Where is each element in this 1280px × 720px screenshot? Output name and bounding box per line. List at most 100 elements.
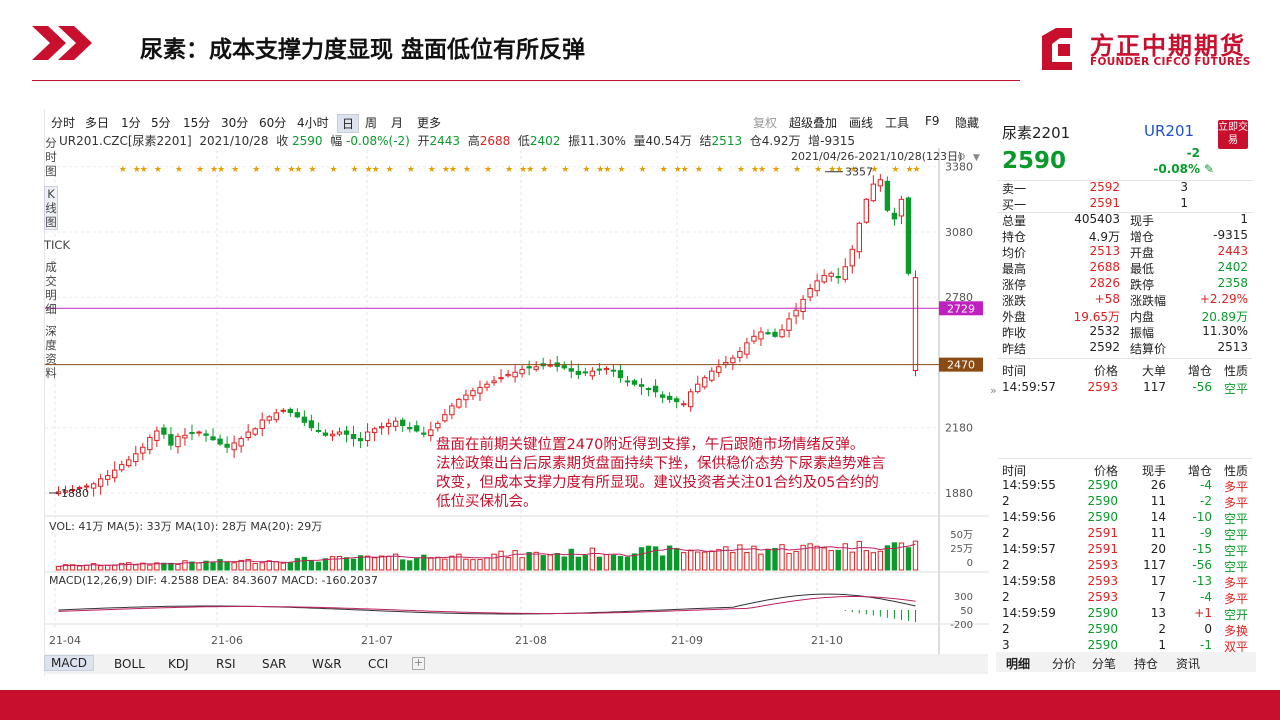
tab-trades[interactable]: 分笔 xyxy=(1092,655,1116,672)
sidebar-item-depth[interactable]: 深度资料 xyxy=(44,324,58,380)
volume-bar xyxy=(884,545,891,571)
macd-axis-label: -200 xyxy=(950,620,973,631)
volume-bar xyxy=(400,559,406,571)
tab-boll[interactable]: BOLL xyxy=(114,657,145,671)
signal-star-icon: ★ xyxy=(681,165,689,175)
column-header: 增仓 xyxy=(1187,464,1212,478)
sidebar-item-trades[interactable]: 成交明细 xyxy=(44,260,58,316)
candle-body xyxy=(400,419,406,427)
candle-body xyxy=(589,370,596,377)
stat-value: 19.65万 xyxy=(1073,310,1120,324)
y-tick-label: 2180 xyxy=(945,422,973,435)
kline-panel: 分时 多日 1分 5分 15分 30分 60分 4小时 日 周 月 更多 复权 … xyxy=(44,110,989,676)
volume-bar xyxy=(603,553,610,571)
volume-bar xyxy=(624,556,631,571)
volume-bar xyxy=(273,561,279,571)
tick-cell: 2 xyxy=(1002,590,1010,604)
candle-body xyxy=(673,398,680,403)
y-tick-label: 3080 xyxy=(945,226,973,239)
candle-body xyxy=(119,464,125,471)
tab-position[interactable]: 持仓 xyxy=(1134,655,1158,672)
candle-body xyxy=(610,369,617,372)
stat-value: 2443 xyxy=(1217,244,1248,258)
candle-body xyxy=(407,426,413,430)
volume-bar xyxy=(266,560,272,571)
signal-star-icon: ★ xyxy=(140,165,148,175)
candle-body xyxy=(224,443,230,448)
tab-price-split[interactable]: 分价 xyxy=(1052,655,1076,672)
volume-bar xyxy=(442,558,448,571)
tab-sar[interactable]: SAR xyxy=(262,657,286,671)
candle-body xyxy=(877,179,884,187)
add-indicator-icon[interactable]: + xyxy=(412,657,425,670)
candle-body xyxy=(357,438,364,442)
column-header: 性质 xyxy=(1223,464,1248,478)
volume-bar xyxy=(407,560,413,571)
volume-bar xyxy=(702,551,708,571)
volume-bar xyxy=(477,559,483,571)
candle-body xyxy=(800,298,806,313)
candle-body xyxy=(90,483,97,489)
tab-rsi[interactable]: RSI xyxy=(216,657,236,671)
candle-body xyxy=(638,384,645,387)
tick-cell: 2593 xyxy=(1087,574,1118,588)
signal-star-icon: ★ xyxy=(772,165,780,175)
sidebar-item-tick[interactable]: TICK xyxy=(44,238,70,252)
edit-icon[interactable]: ✎ xyxy=(1204,162,1214,178)
candle-body xyxy=(702,377,708,388)
volume-bar xyxy=(491,553,497,571)
signal-star-icon: ★ xyxy=(835,165,843,175)
volume-bar xyxy=(55,565,62,571)
candle-body xyxy=(449,405,455,416)
candle-body xyxy=(751,335,757,342)
signal-star-icon: ★ xyxy=(252,165,260,175)
candle-body xyxy=(294,412,301,418)
candle-body xyxy=(617,370,624,379)
stat-label: 总量 xyxy=(1002,214,1027,228)
tab-kdj[interactable]: KDJ xyxy=(168,657,189,671)
tick-cell: 20 xyxy=(1150,542,1166,556)
view-sidebar: 分时图 K线图 TICK 成交明细 深度资料 xyxy=(44,136,70,388)
volume-bar xyxy=(568,548,574,571)
column-header: 增仓 xyxy=(1187,364,1212,378)
big-order-cell: 14:59:57 xyxy=(1002,380,1056,394)
macd-dea-line xyxy=(58,596,916,614)
sidebar-item-kline[interactable]: K线图 xyxy=(44,186,58,230)
tab-wr[interactable]: W&R xyxy=(312,657,342,671)
signal-star-icon: ★ xyxy=(561,165,569,175)
candle-body xyxy=(329,433,336,437)
stat-label: 最高 xyxy=(1002,262,1027,276)
tick-cell: 多平 xyxy=(1223,576,1248,590)
candlestick-chart[interactable]: ★ ★ ★ ★ ★ ★ ★ ★ ★ ★ ★ ★ ★ ★ ★ ★ ★ ★ ★ ★ ★ ★ ★ ★ ★ ★ ★ ★ ★ ★ ★ ★ ★ ★ ★ ★ ★ ★ ★ ★… xyxy=(45,110,989,654)
tab-detail[interactable]: 明细 xyxy=(1006,655,1030,672)
signal-star-icon: ★ xyxy=(386,165,394,175)
last-price: 2590 xyxy=(1002,148,1067,174)
sidebar-item-timeshare[interactable]: 分时图 xyxy=(44,136,58,178)
volume-bar xyxy=(168,562,174,571)
volume-bar xyxy=(835,549,841,571)
tick-cell: 117 xyxy=(1143,558,1166,572)
tab-macd[interactable]: MACD xyxy=(44,655,94,671)
candle-body xyxy=(161,427,167,435)
candle-body xyxy=(765,332,771,335)
volume-bar xyxy=(526,552,532,571)
candle-body xyxy=(891,212,898,220)
stat-value: 2532 xyxy=(1089,324,1120,338)
candle-body xyxy=(666,395,673,400)
trade-now-button[interactable]: 立即交易 xyxy=(1218,120,1248,149)
collapse-arrow-icon[interactable] xyxy=(990,362,998,378)
volume-bar xyxy=(582,555,589,571)
tab-news[interactable]: 资讯 xyxy=(1176,655,1200,672)
signal-star-icon: ★ xyxy=(891,165,899,175)
expand-arrow-icon[interactable]: » xyxy=(990,384,997,397)
column-header: 时间 xyxy=(1002,364,1027,378)
volume-bar xyxy=(97,565,104,571)
volume-bar xyxy=(589,547,596,571)
candle-body xyxy=(772,331,778,337)
volume-bar xyxy=(828,550,834,571)
volume-bar xyxy=(133,564,139,571)
candle-body xyxy=(189,432,195,435)
volume-bar xyxy=(182,560,188,571)
candle-body xyxy=(603,368,610,371)
tab-cci[interactable]: CCI xyxy=(368,657,388,671)
